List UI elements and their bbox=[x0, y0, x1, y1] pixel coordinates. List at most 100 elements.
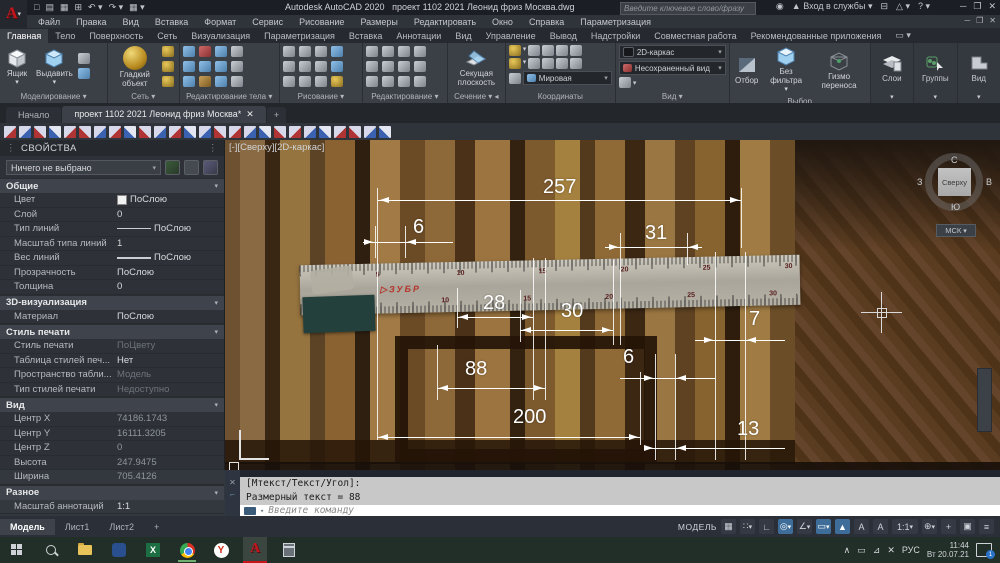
panel-layers-collapsed[interactable]: Слои ▾ bbox=[871, 43, 914, 103]
doc-restore-button[interactable]: ❐ bbox=[976, 16, 983, 25]
culling-button[interactable]: Отбор bbox=[733, 54, 761, 85]
dimension-text[interactable]: 7 bbox=[749, 308, 760, 331]
search-input[interactable]: Введите ключевое слово/фразу bbox=[620, 2, 756, 15]
autocad-taskbar-button[interactable]: A bbox=[243, 537, 267, 563]
toolbar-icon[interactable] bbox=[199, 126, 211, 138]
dimension-line[interactable] bbox=[620, 378, 715, 379]
command-close-icon[interactable]: ✕ bbox=[229, 478, 236, 487]
object-snap-icon[interactable]: ▭▾ bbox=[816, 519, 831, 534]
toolbar-icon[interactable] bbox=[274, 126, 286, 138]
select-objects-icon[interactable] bbox=[184, 160, 199, 175]
volume-muted-icon[interactable]: ✕ bbox=[887, 545, 895, 556]
toolbar-icon[interactable] bbox=[229, 126, 241, 138]
polar-tracking-icon[interactable]: ◎▾ bbox=[778, 519, 793, 534]
viewcube-east[interactable]: В bbox=[986, 177, 992, 187]
dimension-line[interactable] bbox=[377, 437, 640, 438]
isodraft-icon[interactable]: ∠▾ bbox=[797, 519, 812, 534]
save-icon[interactable]: ▦ bbox=[60, 2, 69, 13]
menu-format[interactable]: Формат bbox=[196, 17, 244, 27]
menu-edit[interactable]: Правка bbox=[68, 17, 114, 27]
navigation-bar[interactable] bbox=[977, 368, 992, 432]
chrome-button[interactable] bbox=[175, 538, 199, 562]
draw-icons[interactable] bbox=[283, 46, 345, 89]
action-center-button[interactable]: 1 bbox=[976, 543, 992, 557]
restore-button[interactable]: ❐ bbox=[973, 1, 981, 12]
named-view-dropdown[interactable]: Несохраненный вид▾ bbox=[619, 61, 726, 75]
viewport-config-button[interactable]: ▾ bbox=[619, 77, 726, 88]
menu-modify[interactable]: Редактировать bbox=[406, 17, 484, 27]
file-explorer-button[interactable] bbox=[73, 538, 97, 562]
dimension-text[interactable]: 13 bbox=[737, 418, 759, 441]
dimension-line[interactable] bbox=[520, 330, 613, 331]
app-store-icon[interactable]: ⊟ bbox=[880, 1, 888, 12]
dimension-line[interactable] bbox=[378, 200, 741, 201]
box-button[interactable]: Ящик▾ bbox=[3, 47, 31, 87]
section-view[interactable]: Вид▾ bbox=[0, 397, 224, 412]
tab-parametric[interactable]: Параметризация bbox=[257, 29, 342, 43]
toolbar-icon[interactable] bbox=[109, 126, 121, 138]
tray-expand-icon[interactable]: ∧ bbox=[844, 545, 851, 556]
toolbar-icon[interactable] bbox=[34, 126, 46, 138]
prop-row[interactable]: Ширина705.4126 bbox=[0, 470, 224, 485]
toolbar-icon[interactable] bbox=[334, 126, 346, 138]
tab-mesh[interactable]: Сеть bbox=[150, 29, 184, 43]
network-icon[interactable]: ⊿ bbox=[873, 545, 881, 556]
prop-row[interactable]: Вес линийПоСлою bbox=[0, 251, 224, 266]
panel-groups-collapsed[interactable]: Группы ▾ bbox=[914, 43, 957, 103]
toolbar-icon[interactable] bbox=[79, 126, 91, 138]
section-plane-button[interactable]: Секущая плоскость bbox=[451, 47, 502, 87]
excel-button[interactable]: X bbox=[141, 538, 165, 562]
menu-window[interactable]: Окно bbox=[484, 17, 521, 27]
viewcube-north[interactable]: С bbox=[951, 155, 958, 165]
toolbar-icon[interactable] bbox=[169, 126, 181, 138]
tab-insert[interactable]: Вставка bbox=[342, 29, 389, 43]
tab-addins[interactable]: Надстройки bbox=[584, 29, 647, 43]
panel-label-section[interactable]: Сечение ▾ ◂ bbox=[448, 91, 505, 103]
dimension-text[interactable]: 200 bbox=[513, 406, 546, 429]
tab-annotate[interactable]: Аннотации bbox=[389, 29, 448, 43]
toolbar-icon[interactable] bbox=[304, 126, 316, 138]
coords-row2[interactable]: ▾ bbox=[509, 58, 612, 69]
tab-output[interactable]: Вывод bbox=[543, 29, 584, 43]
menu-file[interactable]: Файл bbox=[30, 17, 68, 27]
dimension-line[interactable] bbox=[457, 317, 533, 318]
tab-view[interactable]: Вид bbox=[448, 29, 478, 43]
open-file-icon[interactable]: ▤ bbox=[45, 2, 54, 13]
modify-icons[interactable] bbox=[366, 46, 428, 89]
properties-header[interactable]: ⋮ СВОЙСТВА ⋮ bbox=[0, 140, 224, 156]
ucs-icon[interactable] bbox=[509, 73, 521, 84]
prop-row[interactable]: Пространство табли...Модель bbox=[0, 368, 224, 383]
coords-row1[interactable]: ▾ bbox=[509, 45, 612, 56]
gizmo-button[interactable]: Гизмо переноса bbox=[812, 50, 867, 90]
prop-row[interactable]: ПрозрачностьПоСлою bbox=[0, 266, 224, 281]
smooth-object-button[interactable]: Гладкий объект bbox=[111, 46, 158, 88]
prop-row[interactable]: МатериалПоСлою bbox=[0, 310, 224, 325]
panel-label-selection[interactable]: Выбор bbox=[730, 96, 870, 103]
language-indicator[interactable]: РУС bbox=[902, 545, 920, 555]
panel-label-modeling[interactable]: Моделирование ▾ bbox=[0, 91, 107, 103]
prop-row[interactable]: Тип линийПоСлою bbox=[0, 222, 224, 237]
menu-draw[interactable]: Рисование bbox=[291, 17, 352, 27]
visual-style-dropdown[interactable]: 2D-каркас▾ bbox=[619, 45, 726, 59]
menu-dimension[interactable]: Размеры bbox=[352, 17, 405, 27]
search-icon[interactable]: ◉ bbox=[776, 1, 784, 12]
model-space-button[interactable]: МОДЕЛЬ bbox=[678, 522, 717, 532]
doc-close-button[interactable]: ✕ bbox=[989, 16, 996, 25]
tab-home[interactable]: Главная bbox=[0, 29, 48, 43]
toolbar-icon[interactable] bbox=[289, 126, 301, 138]
autocad-app-menu[interactable]: A▾ bbox=[0, 0, 27, 28]
minimize-button[interactable]: ─ bbox=[960, 1, 966, 12]
dimension-text[interactable]: 30 bbox=[561, 300, 583, 323]
toolbar-icon[interactable] bbox=[94, 126, 106, 138]
selection-dropdown[interactable]: Ничего не выбрано▾ bbox=[6, 160, 161, 175]
grid-icon[interactable]: ▦ bbox=[721, 519, 736, 534]
doc-minimize-button[interactable]: ─ bbox=[964, 16, 970, 25]
prop-row[interactable]: Центр X74186.1743 bbox=[0, 412, 224, 427]
isolate-objects-icon[interactable]: ▣ bbox=[960, 519, 975, 534]
solid-editing-icons[interactable] bbox=[183, 46, 245, 89]
layout-tab-model[interactable]: Модель bbox=[0, 519, 55, 535]
panel-label-modify[interactable]: Редактирование ▾ bbox=[363, 91, 447, 103]
prop-row[interactable]: Стиль печатиПоЦвету bbox=[0, 339, 224, 354]
menu-insert[interactable]: Вставка bbox=[147, 17, 196, 27]
panel-label-view[interactable]: Вид ▾ bbox=[616, 91, 729, 103]
